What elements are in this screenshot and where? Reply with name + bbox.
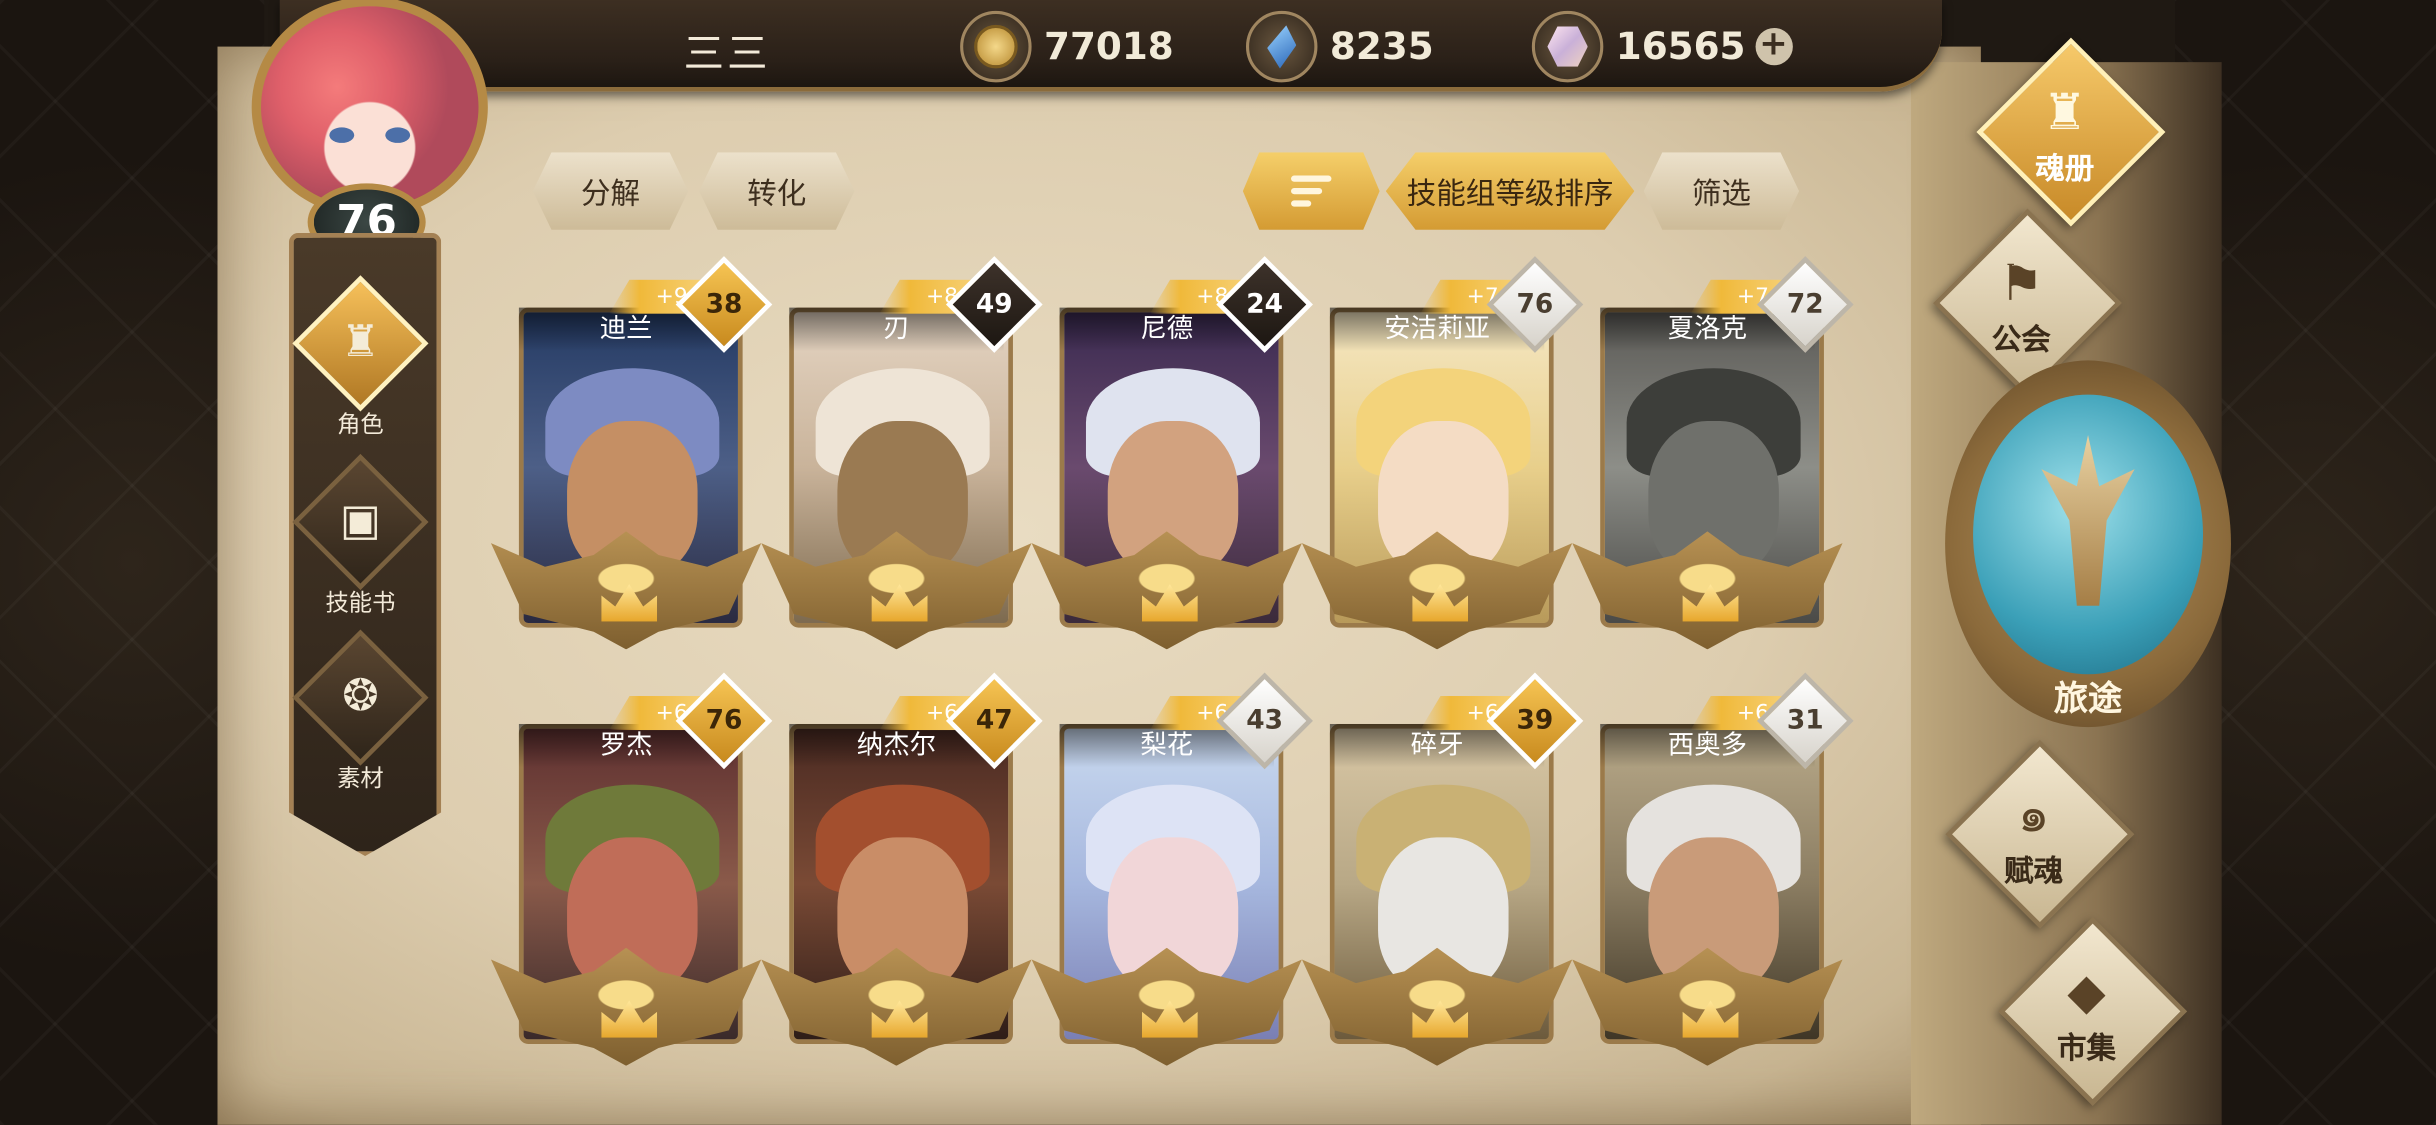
nav-item-character[interactable]: ♜ 角色 bbox=[292, 275, 429, 439]
hero-level: 39 bbox=[1516, 705, 1554, 737]
add-gems-button[interactable]: + bbox=[1754, 27, 1793, 66]
soul-book-button[interactable]: ♜ 魂册 bbox=[1973, 37, 2166, 233]
nav-label: 素材 bbox=[337, 764, 384, 793]
convert-button[interactable]: 转化 bbox=[699, 152, 855, 230]
journey-label: 旅途 bbox=[2053, 680, 2123, 720]
hero-card[interactable]: 迪兰 +9 38 bbox=[490, 256, 773, 650]
nav-label: 技能书 bbox=[325, 588, 396, 617]
hero-level: 76 bbox=[705, 705, 743, 737]
crystal-amount: 8235 bbox=[1329, 24, 1434, 69]
gem-amount: 16565 bbox=[1615, 24, 1746, 69]
book-icon: ▣ bbox=[339, 494, 381, 546]
market-label: 市集 bbox=[2056, 1031, 2117, 1066]
hero-level: 72 bbox=[1786, 288, 1824, 321]
journey-button[interactable]: 旅途 bbox=[1945, 360, 2231, 728]
blue-crystal-icon bbox=[1245, 10, 1318, 83]
hero-card[interactable]: 碎牙 +6 39 bbox=[1301, 672, 1584, 1066]
diamond-gem-icon: ◆ bbox=[2067, 961, 2106, 1021]
sort-order-icon bbox=[1291, 169, 1332, 213]
gold-amount: 77018 bbox=[1044, 24, 1174, 69]
gem-resource: 16565 + bbox=[1531, 9, 1793, 84]
hero-level: 24 bbox=[1246, 288, 1284, 321]
hero-level: 76 bbox=[1516, 288, 1554, 321]
decompose-button[interactable]: 分解 bbox=[532, 152, 689, 230]
hero-level: 47 bbox=[975, 705, 1013, 737]
nav-item-material[interactable]: ❂ 素材 bbox=[292, 629, 429, 793]
guild-label: 公会 bbox=[1991, 323, 2051, 358]
soul-grant-label: 赋魂 bbox=[2004, 854, 2064, 889]
hero-card[interactable]: 刃 +8 49 bbox=[761, 256, 1043, 650]
gold-resource: 77018 bbox=[960, 9, 1174, 84]
gold-coin-icon bbox=[960, 10, 1032, 83]
sort-by-skill-level-button[interactable]: 技能组等级排序 bbox=[1385, 152, 1635, 230]
hero-card[interactable]: 罗杰 +6 76 bbox=[490, 672, 773, 1066]
hero-card[interactable]: 安洁莉亚 +7 76 bbox=[1301, 256, 1584, 650]
hero-card[interactable]: 纳杰尔 +6 47 bbox=[761, 672, 1043, 1066]
hero-card[interactable]: 梨花 +6 43 bbox=[1031, 672, 1313, 1066]
hero-level: 31 bbox=[1786, 705, 1824, 737]
material-icon: ❂ bbox=[342, 669, 379, 721]
avatar-eye bbox=[385, 127, 411, 143]
helmet-icon: ♜ bbox=[340, 315, 380, 367]
sort-order-button[interactable] bbox=[1242, 152, 1380, 230]
hero-level: 38 bbox=[705, 288, 743, 321]
hero-card[interactable]: 尼德 +8 24 bbox=[1031, 256, 1313, 650]
rainbow-gem-icon bbox=[1531, 10, 1604, 83]
hero-level: 49 bbox=[975, 288, 1013, 321]
hero-card[interactable]: 西奥多 +6 31 bbox=[1572, 672, 1854, 1066]
market-button[interactable]: ◆ 市集 bbox=[1995, 916, 2188, 1112]
crystal-resource: 8235 bbox=[1245, 9, 1434, 84]
swirl-icon: ๑ bbox=[2017, 784, 2050, 844]
soul-book-label: 魂册 bbox=[2035, 152, 2095, 187]
nav-label: 角色 bbox=[337, 410, 384, 439]
guild-banner-icon: ⚑ bbox=[1998, 253, 2044, 313]
hero-card[interactable]: 夏洛克 +7 72 bbox=[1572, 256, 1854, 650]
helmet-icon: ♜ bbox=[2042, 82, 2088, 142]
nav-item-skillbook[interactable]: ▣ 技能书 bbox=[292, 453, 429, 618]
player-name: 三三 bbox=[683, 31, 771, 78]
avatar-eye bbox=[329, 127, 355, 143]
hero-level: 43 bbox=[1246, 705, 1284, 737]
soul-grant-button[interactable]: ๑ 赋魂 bbox=[1942, 739, 2135, 935]
filter-button[interactable]: 筛选 bbox=[1643, 152, 1800, 230]
